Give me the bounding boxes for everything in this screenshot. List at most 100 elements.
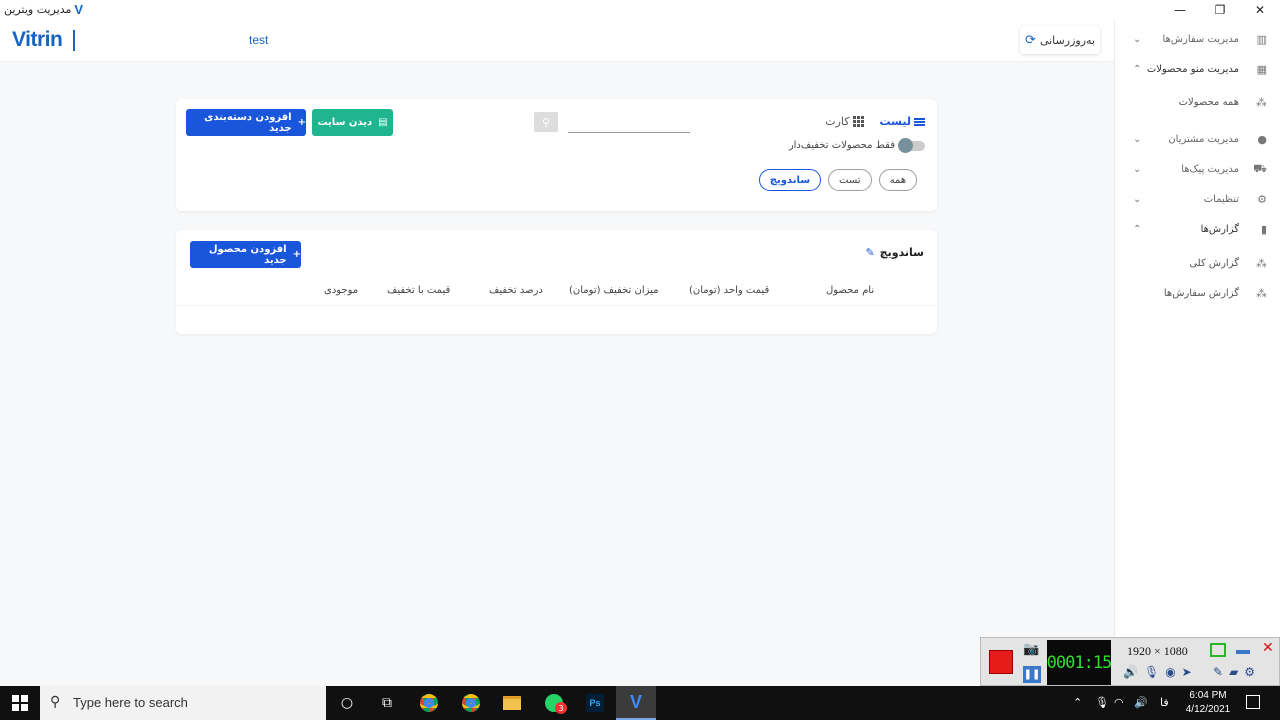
add-product-button[interactable]: + افزودن محصول جدید — [190, 241, 301, 268]
sidebar-item-label: گزارش‌ها — [1200, 223, 1239, 235]
app-logo-icon: V — [74, 2, 84, 17]
photoshop-icon[interactable]: Ps — [582, 691, 608, 715]
folder-icon[interactable]: ▰ — [1229, 665, 1238, 679]
window-title-text: مدیریت ویترین — [4, 3, 72, 16]
add-category-label: افزودن دسته‌بندی جدید — [204, 111, 292, 134]
column-header: قیمت واحد (تومان) — [689, 285, 770, 296]
list-icon — [914, 117, 925, 126]
search-button[interactable]: ⚲ — [534, 112, 558, 132]
refresh-label: به‌روزرسانی — [1039, 33, 1095, 47]
add-product-label: افزودن محصول جدید — [208, 243, 287, 266]
pause-button[interactable]: ❚❚ — [1023, 666, 1041, 683]
taskbar-clock[interactable]: 6:04 PM 4/12/2021 — [1178, 689, 1238, 717]
sidebar-item-settings[interactable]: ⚙ تنظیمات ⌄ — [1115, 185, 1280, 213]
volume-icon[interactable]: 🔊 — [1134, 696, 1148, 709]
minimize-recorder-button[interactable] — [1236, 650, 1250, 654]
store-name: test — [249, 33, 269, 47]
sidebar-item-all-products[interactable]: ⁂ همه محصولات — [1115, 88, 1280, 116]
recording-timer: 0001:15 — [1047, 640, 1112, 685]
wifi-icon[interactable]: ◠ — [1114, 696, 1124, 709]
courier-icon: ⛟ — [1253, 161, 1267, 175]
chevron-up-icon: ⌃ — [1133, 63, 1142, 75]
discount-only-label: فقط محصولات تخفیف‌دار — [788, 140, 895, 151]
view-site-button[interactable]: ▤ دیدن سایت — [312, 109, 393, 136]
maximize-button[interactable]: ❐ — [1200, 0, 1240, 20]
view-toggle: لیست کارت — [825, 115, 925, 128]
chevron-up-icon: ⌃ — [1133, 223, 1142, 235]
brand-divider — [73, 30, 75, 51]
recorder-tools-secondary: ✎ ▰ ⚙ — [1213, 665, 1255, 679]
record-stop-button[interactable] — [989, 650, 1013, 674]
minimize-button[interactable]: — — [1160, 0, 1200, 20]
close-button[interactable]: ✕ — [1240, 0, 1280, 20]
column-header: موجودی — [324, 285, 359, 296]
bar-chart-icon: ▮ — [1260, 222, 1267, 236]
windows-start-icon[interactable] — [12, 695, 28, 711]
sidebar-item-label: مدیریت منو محصولات — [1146, 63, 1239, 75]
microphone-icon[interactable]: 🎙 — [1095, 696, 1109, 709]
column-header: درصد تخفیف — [489, 285, 543, 296]
sidebar-item-label: گزارش کلی — [1189, 257, 1239, 269]
sidebar: ▥ مدیریت سفارش‌ها ⌄ ▦ مدیریت منو محصولات… — [1114, 20, 1280, 686]
category-title-text: ساندویچ — [879, 246, 924, 259]
shapes-icon: ⁂ — [1256, 286, 1267, 300]
recording-resolution: 1920 × 1080 — [1127, 644, 1188, 658]
whatsapp-icon[interactable]: 3 — [541, 691, 567, 715]
chip-all[interactable]: همه — [878, 169, 917, 191]
gear-icon[interactable]: ⚙ — [1244, 665, 1255, 679]
chip-test[interactable]: تست — [828, 169, 872, 191]
file-explorer-icon[interactable] — [499, 691, 525, 715]
view-card-label: کارت — [825, 115, 850, 128]
webcam-icon[interactable]: ◉ — [1165, 665, 1175, 679]
task-view-icon[interactable]: ⧉ — [374, 691, 400, 715]
grid-icon — [852, 116, 864, 127]
screen-recorder-widget: 📷 ❚❚ 0001:15 1920 × 1080 ✕ 🔊 🎙 ◉ ➤ ✎ ▰ ⚙ — [980, 637, 1280, 686]
chip-sandwich[interactable]: ساندویچ — [758, 169, 822, 191]
browser-icon: ▤ — [378, 117, 388, 128]
sidebar-item-products-menu[interactable]: ▦ مدیریت منو محصولات ⌃ — [1115, 55, 1280, 83]
discount-filter: فقط محصولات تخفیف‌دار — [788, 137, 925, 153]
microphone-icon[interactable]: 🎙 — [1144, 665, 1159, 679]
refresh-button[interactable]: به‌روزرسانی ⟳ — [1020, 26, 1100, 54]
view-card-option[interactable]: کارت — [825, 115, 864, 128]
region-icon[interactable] — [1210, 643, 1226, 657]
notification-icon[interactable] — [1246, 695, 1260, 709]
sidebar-item-customers[interactable]: ● مدیریت مشتریان ⌄ — [1115, 125, 1280, 153]
camera-icon[interactable]: 📷 — [1023, 642, 1041, 657]
sidebar-item-overall-report[interactable]: ⁂ گزارش کلی — [1115, 249, 1280, 277]
sidebar-item-label: تنظیمات — [1203, 193, 1239, 205]
sidebar-item-label: مدیریت سفارش‌ها — [1162, 33, 1239, 45]
vitrin-app-icon[interactable]: V — [616, 686, 656, 720]
chrome-profile-icon[interactable] — [458, 691, 484, 715]
search-icon: ⚲ — [50, 694, 61, 710]
view-site-label: دیدن سایت — [317, 117, 373, 128]
edit-icon[interactable]: ✎ — [865, 246, 874, 259]
grid-icon: ▦ — [1256, 62, 1267, 76]
chevron-up-icon[interactable]: ⌃ — [1073, 696, 1082, 709]
discount-only-switch[interactable] — [898, 137, 925, 153]
brand-logo[interactable]: Vitrin — [12, 28, 63, 52]
sidebar-item-reports[interactable]: ▮ گزارش‌ها ⌃ — [1115, 215, 1280, 243]
pen-icon[interactable]: ✎ — [1213, 665, 1223, 679]
chrome-icon[interactable] — [416, 691, 442, 715]
app-header: Vitrin test به‌روزرسانی ⟳ — [0, 20, 1114, 62]
shapes-icon: ⁂ — [1256, 95, 1267, 109]
language-indicator[interactable]: فا — [1160, 696, 1169, 709]
cursor-icon[interactable]: ➤ — [1182, 665, 1192, 679]
close-recorder-button[interactable]: ✕ — [1262, 640, 1274, 656]
add-category-button[interactable]: + افزودن دسته‌بندی جدید — [186, 109, 306, 136]
speaker-icon[interactable]: 🔊 — [1123, 665, 1138, 679]
view-list-option[interactable]: لیست — [880, 115, 925, 128]
taskbar-search-placeholder: Type here to search — [73, 695, 188, 710]
sidebar-item-label: همه محصولات — [1178, 96, 1239, 108]
sidebar-item-orders-report[interactable]: ⁂ گزارش سفارش‌ها — [1115, 279, 1280, 307]
cortana-icon[interactable]: ○ — [334, 691, 360, 715]
search-input[interactable] — [568, 114, 690, 133]
sidebar-item-couriers[interactable]: ⛟ مدیریت پیک‌ها ⌄ — [1115, 155, 1280, 183]
sidebar-item-label: مدیریت پیک‌ها — [1181, 163, 1239, 175]
taskbar-search[interactable]: ⚲ Type here to search — [40, 686, 326, 720]
column-header: قیمت با تخفیف — [387, 285, 451, 296]
gear-icon: ⚙ — [1257, 192, 1267, 206]
column-header: میزان تخفیف (تومان) — [569, 285, 659, 296]
sidebar-item-orders[interactable]: ▥ مدیریت سفارش‌ها ⌄ — [1115, 25, 1280, 53]
